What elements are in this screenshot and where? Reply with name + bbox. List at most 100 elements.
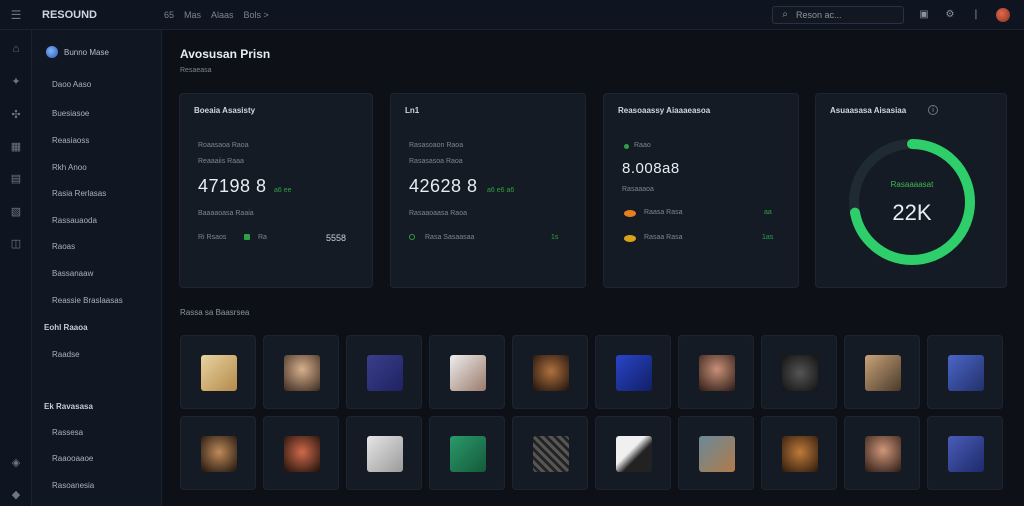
top-bar: ☰ RESOUND 65 Mas Alaas Bols > ⌕ ▣ ⚙ ❘ <box>0 0 1024 30</box>
card-label: Reaaaiis Raaa <box>198 158 244 165</box>
breadcrumb-item[interactable]: Alaas <box>211 10 234 20</box>
page-title: Avosusan Prisn <box>180 47 271 61</box>
sidebar-item[interactable]: Daoo Aaso <box>52 80 91 89</box>
gallery-tile[interactable] <box>180 416 256 490</box>
search-input[interactable] <box>796 9 896 20</box>
breadcrumb-item[interactable]: Mas <box>184 10 201 20</box>
card-delta: a6 ee <box>274 187 292 194</box>
thumbnail-image <box>948 436 984 472</box>
gallery-tile[interactable] <box>678 335 754 409</box>
card-title: Ln1 <box>405 106 420 115</box>
card-title: Boeaia Asasisty <box>194 106 256 115</box>
folder-icon[interactable]: ▤ <box>9 171 23 185</box>
sidebar-item[interactable]: Raadse <box>52 350 80 359</box>
page-subtitle: Resaeasa <box>180 67 212 74</box>
settings-icon[interactable]: ⚙ <box>944 9 956 21</box>
menu-icon[interactable]: ☰ <box>0 0 32 30</box>
sidebar-item[interactable]: Rkh Anoo <box>52 163 87 172</box>
gallery-tile[interactable] <box>678 416 754 490</box>
gallery-tile[interactable] <box>429 335 505 409</box>
gallery-tile[interactable] <box>512 416 588 490</box>
sidebar-item[interactable]: Buesiasoe <box>52 109 89 118</box>
sidebar-item[interactable]: Raaooaaoe <box>52 454 93 463</box>
gallery-tile[interactable] <box>927 335 1003 409</box>
gallery-tile[interactable] <box>512 335 588 409</box>
card-title: Asuaasasa Aisasiaa <box>830 106 907 115</box>
card-label: Raao <box>634 142 651 149</box>
gallery-tile[interactable] <box>761 335 837 409</box>
thumbnail-image <box>450 436 486 472</box>
gallery-tile[interactable] <box>263 416 339 490</box>
sidebar-item[interactable]: Reasiaoss <box>52 136 89 145</box>
card-label: Baaaaoasa Raaia <box>198 210 254 217</box>
stat-card[interactable]: Boeaia Asasisty Roaasaoa Raoa Reaaaiis R… <box>179 93 373 288</box>
avatar[interactable] <box>996 7 1010 22</box>
gallery-tile[interactable] <box>263 335 339 409</box>
gallery-tile[interactable] <box>761 416 837 490</box>
gallery-tile[interactable] <box>595 416 671 490</box>
gallery-title: Rassa sa Baasrsea <box>180 308 250 317</box>
breadcrumb-item[interactable]: 65 <box>164 10 174 20</box>
sidebar: Bunno Mase Daoo Aaso Buesiasoe Reasiaoss… <box>32 30 162 506</box>
card-label: Rasaaaoa <box>622 186 654 193</box>
status-dot <box>624 144 629 149</box>
main-content: Avosusan Prisn Resaeasa Boeaia Asasisty … <box>162 30 1024 506</box>
thumbnail-image <box>201 436 237 472</box>
ring-card[interactable]: Asuaasasa Aisasiaa i Rasaaaasat 22K <box>815 93 1007 288</box>
puzzle-icon[interactable]: ✣ <box>9 107 23 121</box>
sidebar-item[interactable]: Raoas <box>52 242 75 251</box>
search-icon: ⌕ <box>782 9 788 20</box>
grid-icon[interactable]: ▦ <box>9 139 23 153</box>
layers-icon[interactable]: ◫ <box>9 236 23 250</box>
card-value: 42628 8 <box>409 176 478 196</box>
gallery-tile[interactable] <box>346 416 422 490</box>
card-label: Rasasasoa Raoa <box>409 158 463 165</box>
home-icon[interactable]: ⌂ <box>9 42 23 56</box>
card-row-label: Ri Rsaos <box>198 234 227 241</box>
search-box[interactable]: ⌕ <box>772 5 904 24</box>
ring-label: Rasaaaasat <box>890 180 934 189</box>
breadcrumb-item[interactable]: Bols > <box>244 10 269 20</box>
notification-icon[interactable]: ❘ <box>970 9 982 21</box>
sidebar-item[interactable]: Rassesa <box>52 428 83 437</box>
shield-icon[interactable]: ◈ <box>9 455 23 469</box>
thumbnail-image <box>616 355 652 391</box>
gallery-tile[interactable] <box>180 335 256 409</box>
workspace-switcher[interactable]: Bunno Mase <box>46 46 109 58</box>
sidebar-item[interactable]: Reassie Braslaasas <box>52 296 123 305</box>
sidebar-item[interactable]: Rasia Rerlasas <box>52 189 106 198</box>
sidebar-item[interactable]: Rasoanesia <box>52 481 94 490</box>
gallery-tile[interactable] <box>927 416 1003 490</box>
stat-card[interactable]: Ln1 Rasasoaon Raoa Rasasasoa Raoa 42628 … <box>390 93 586 288</box>
sidebar-section-title: Eohl Raaoa <box>44 323 88 332</box>
legend-value: 1as <box>762 234 774 241</box>
image-icon[interactable]: ▧ <box>9 204 23 218</box>
legend-dot-orange <box>624 210 636 217</box>
card-value: 47198 8 <box>198 176 267 196</box>
thumbnail-image <box>284 436 320 472</box>
legend-label: Rasaa Rasa <box>644 234 683 241</box>
thumbnail-image <box>782 436 818 472</box>
thumbnail-image <box>284 355 320 391</box>
gallery-tile[interactable] <box>844 416 920 490</box>
sidebar-item[interactable]: Rassauaoda <box>52 216 97 225</box>
compass-icon[interactable]: ✦ <box>9 74 23 88</box>
thumbnail-image <box>699 355 735 391</box>
sidebar-item[interactable]: Bassanaaw <box>52 269 93 278</box>
card-row-mid: Ra <box>258 234 267 241</box>
thumbnail-image <box>865 436 901 472</box>
workspace-avatar <box>46 46 58 58</box>
stat-card[interactable]: Reasoaassy Aiaaaeasoa Raao 8.008a8 Rasaa… <box>603 93 799 288</box>
thumbnail-image <box>367 355 403 391</box>
gallery-tile[interactable] <box>429 416 505 490</box>
gallery-tile[interactable] <box>844 335 920 409</box>
thumbnail-image <box>782 355 818 391</box>
calendar-icon[interactable]: ▣ <box>918 9 930 21</box>
info-icon[interactable]: i <box>928 105 938 115</box>
thumbnail-image <box>948 355 984 391</box>
thumbnail-image <box>367 436 403 472</box>
gallery-tile[interactable] <box>595 335 671 409</box>
gallery-tile[interactable] <box>346 335 422 409</box>
thumbnail-image <box>533 355 569 391</box>
cube-icon[interactable]: ◆ <box>9 487 23 501</box>
